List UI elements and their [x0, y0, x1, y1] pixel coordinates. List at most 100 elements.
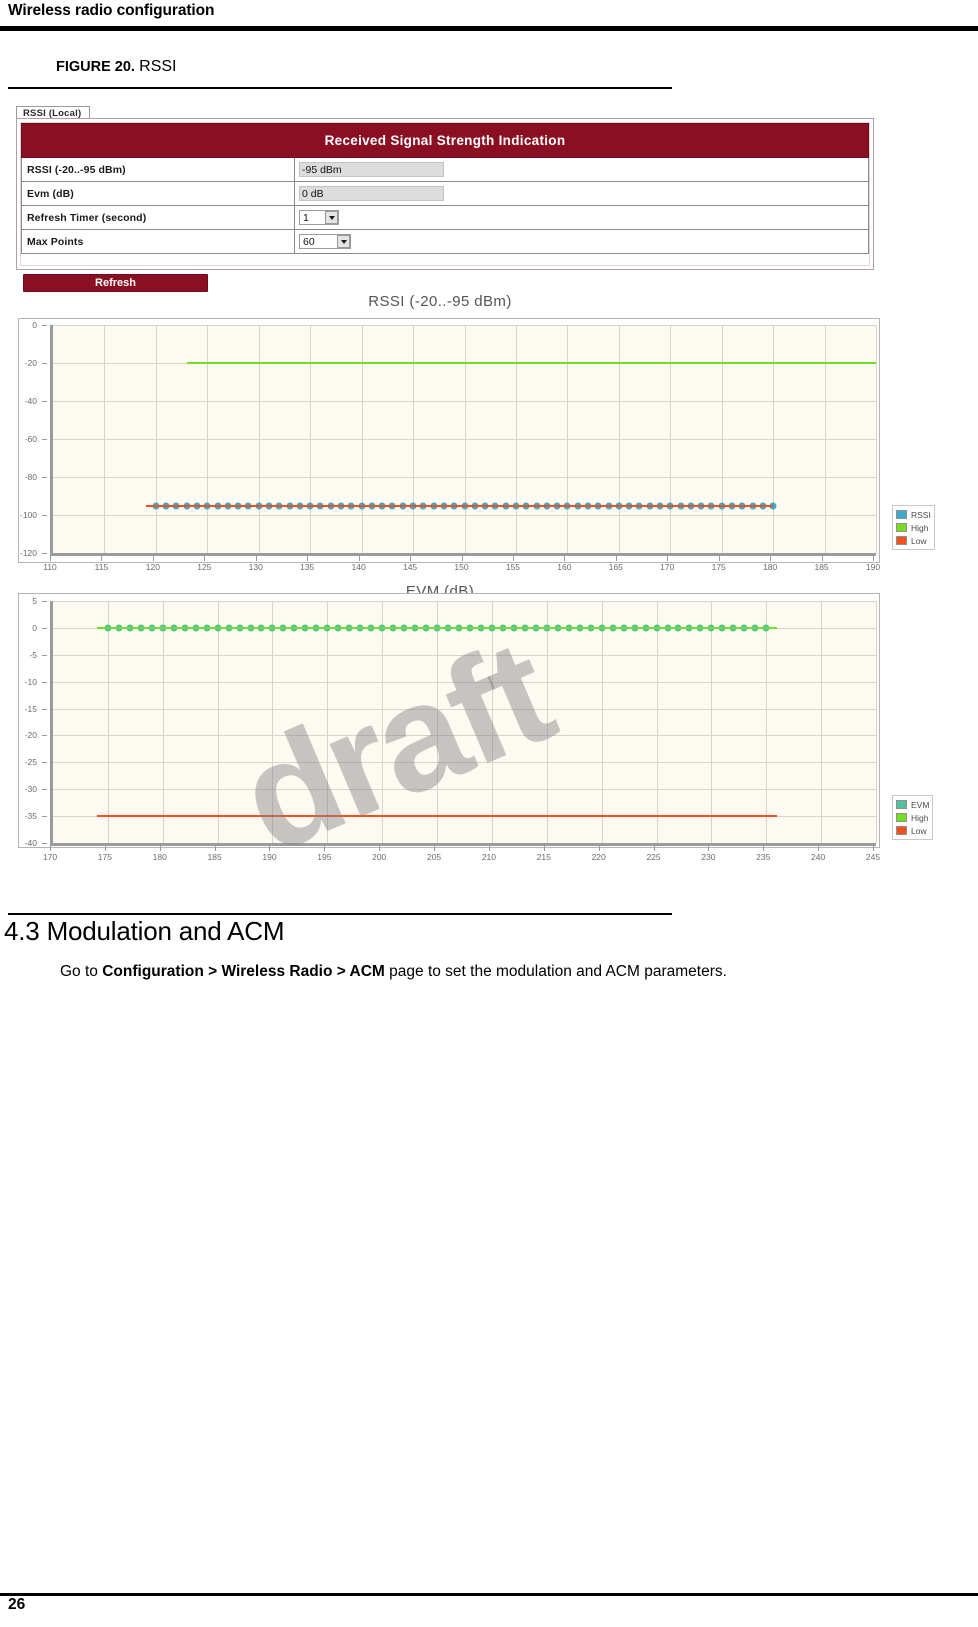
- x-tick-mark: [653, 846, 655, 851]
- gridline-vertical: [217, 601, 219, 843]
- gridline-horizontal: [53, 325, 876, 326]
- gridline-vertical: [711, 601, 713, 843]
- x-tick-label: 245: [865, 852, 881, 862]
- x-tick-mark: [204, 556, 206, 561]
- panel-title-bar: Received Signal Strength Indication: [21, 123, 869, 158]
- evm-chart-legend: EVM High Low: [892, 795, 934, 840]
- y-tick-label: -40: [24, 396, 37, 406]
- y-tick-label: -80: [24, 472, 37, 482]
- y-tick-label: -10: [24, 676, 37, 687]
- evm-readonly-field: 0 dB: [299, 186, 444, 201]
- x-tick-mark: [214, 846, 216, 851]
- x-tick-label: 180: [152, 852, 167, 862]
- chevron-down-icon[interactable]: [325, 211, 338, 224]
- y-tick-mark: [42, 325, 47, 326]
- x-tick-mark: [718, 556, 720, 561]
- gridline-horizontal: [53, 515, 876, 516]
- refresh-timer-select[interactable]: 1: [299, 210, 339, 225]
- legend-item: High: [896, 811, 929, 824]
- header-rule: [0, 26, 978, 31]
- legend-item: EVM: [896, 798, 929, 811]
- x-tick-mark: [598, 846, 600, 851]
- x-tick-label: 240: [811, 852, 826, 862]
- form-row-evm: Evm (dB) 0 dB: [21, 182, 869, 206]
- x-tick-label: 190: [262, 852, 277, 862]
- gridline-horizontal: [53, 477, 876, 478]
- gridline-vertical: [601, 601, 603, 843]
- y-tick-mark: [42, 477, 47, 478]
- legend-swatch-icon: [896, 510, 907, 519]
- x-tick-label: 200: [372, 852, 387, 862]
- series-line-high: [96, 626, 778, 629]
- x-tick-mark: [763, 846, 765, 851]
- chevron-down-icon[interactable]: [337, 235, 350, 248]
- gridline-horizontal: [53, 762, 876, 764]
- legend-swatch-icon: [896, 523, 907, 532]
- gridline-vertical: [162, 601, 164, 843]
- x-tick-label: 185: [207, 852, 222, 862]
- x-tick-mark: [104, 846, 106, 851]
- gridline-horizontal: [53, 401, 876, 402]
- x-tick-mark: [461, 556, 463, 561]
- y-tick-mark: [42, 789, 47, 791]
- x-tick-label: 205: [426, 852, 442, 862]
- max-points-select[interactable]: 60: [299, 234, 351, 249]
- x-tick-mark: [512, 556, 514, 561]
- legend-swatch-icon: [896, 800, 907, 809]
- gridline-vertical: [876, 325, 877, 553]
- value-cell-refresh-timer: 1: [295, 206, 868, 229]
- label-max-points: Max Points: [22, 230, 295, 253]
- refresh-button[interactable]: Refresh: [23, 274, 208, 292]
- y-tick-label: -15: [24, 703, 37, 714]
- page-running-header: Wireless radio configuration: [0, 0, 978, 34]
- x-tick-mark: [873, 846, 874, 851]
- legend-label: EVM: [911, 799, 930, 810]
- x-tick-mark: [667, 556, 669, 561]
- body-config-path: Configuration > Wireless Radio > ACM: [102, 963, 385, 980]
- x-tick-label: 135: [300, 562, 315, 572]
- figure-title: RSSI: [139, 58, 177, 75]
- rssi-chart-legend: RSSI High Low: [892, 505, 935, 550]
- form-row-max-points: Max Points 60: [21, 230, 869, 254]
- x-tick-mark: [101, 556, 103, 561]
- y-tick-label: -30: [24, 784, 37, 795]
- x-tick-mark: [410, 556, 412, 561]
- rssi-chart-title: RSSI (-20..-95 dBm): [368, 293, 512, 310]
- footer-rule: [0, 1593, 978, 1596]
- y-tick-label: 0: [32, 622, 37, 633]
- legend-label: High: [911, 812, 929, 823]
- gridline-horizontal: [53, 708, 876, 710]
- y-tick-mark: [42, 762, 47, 764]
- x-tick-label: 130: [248, 562, 263, 572]
- x-tick-label: 195: [317, 852, 332, 862]
- x-tick-mark: [324, 846, 326, 851]
- max-points-value: 60: [303, 235, 315, 248]
- y-tick-mark: [42, 363, 47, 364]
- x-tick-mark: [708, 846, 710, 851]
- section-rule: [8, 913, 672, 915]
- y-tick-mark: [42, 515, 47, 516]
- figure-caption: FIGURE 20. RSSI: [56, 58, 676, 76]
- label-refresh-timer: Refresh Timer (second): [22, 206, 295, 229]
- x-tick-label: 175: [711, 562, 726, 572]
- y-tick-mark: [42, 843, 47, 844]
- y-tick-mark: [42, 401, 47, 402]
- x-tick-label: 140: [351, 562, 366, 572]
- y-tick-label: -120: [19, 548, 37, 558]
- x-tick-label: 180: [763, 562, 778, 572]
- y-tick-mark: [42, 553, 47, 554]
- rssi-readonly-field: -95 dBm: [299, 162, 444, 177]
- y-tick-label: 0: [32, 320, 37, 330]
- legend-item: High: [896, 521, 931, 534]
- x-tick-mark: [358, 556, 360, 561]
- legend-item: Low: [896, 534, 931, 547]
- y-tick-mark: [42, 654, 47, 656]
- x-tick-label: 235: [756, 852, 771, 862]
- gridline-vertical: [876, 601, 877, 843]
- series-line-high: [186, 362, 876, 364]
- x-tick-mark: [821, 556, 823, 561]
- gridline-vertical: [656, 601, 658, 843]
- gridline-vertical: [437, 601, 439, 843]
- x-tick-mark: [255, 556, 257, 561]
- x-tick-label: 185: [814, 562, 829, 572]
